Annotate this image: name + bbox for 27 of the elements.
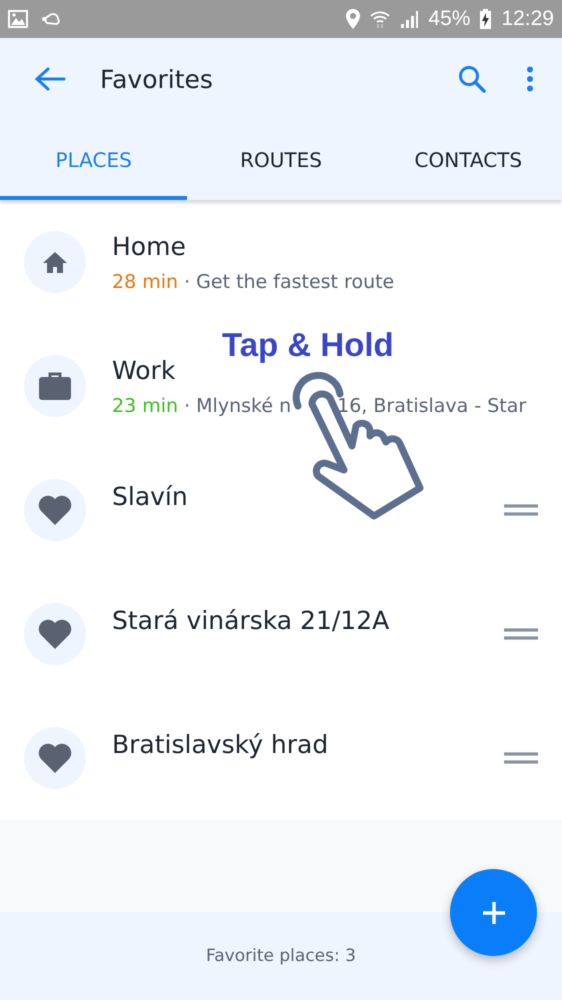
clock: 12:29 (501, 7, 554, 31)
signal-icon (400, 10, 418, 28)
place-name[interactable]: Bratislavský hrad (112, 730, 498, 758)
plus-icon (482, 900, 506, 924)
tab[interactable]: ROUTES (187, 120, 375, 200)
search-icon (458, 65, 486, 93)
tab[interactable]: CONTACTS (374, 120, 562, 200)
hint-text: Tap & Hold (222, 326, 394, 364)
place-name[interactable]: Stará vinárska 21/12A (112, 606, 498, 634)
briefcase-icon (39, 372, 71, 400)
screen-title: Favorites (100, 64, 214, 94)
route-info: 23 min · Mlynské n 16, Bratislava - Star (112, 394, 528, 416)
place-name[interactable]: Slavín (112, 482, 498, 510)
home-icon (42, 251, 68, 273)
more-options-icon (526, 66, 534, 92)
favorites-count: Favorite places: 3 (206, 946, 356, 966)
wifi-icon (370, 10, 390, 28)
heart-icon (38, 495, 72, 525)
battery-charging-icon (480, 9, 492, 29)
battery-percent: 45% (428, 7, 470, 31)
route-info: 28 min · Get the fastest route (112, 270, 396, 292)
back-arrow-icon (34, 66, 66, 92)
location-icon (346, 9, 360, 29)
heart-icon (38, 743, 72, 773)
picture-icon (8, 10, 28, 28)
heart-icon (38, 619, 72, 649)
place-name[interactable]: Home (112, 232, 538, 260)
